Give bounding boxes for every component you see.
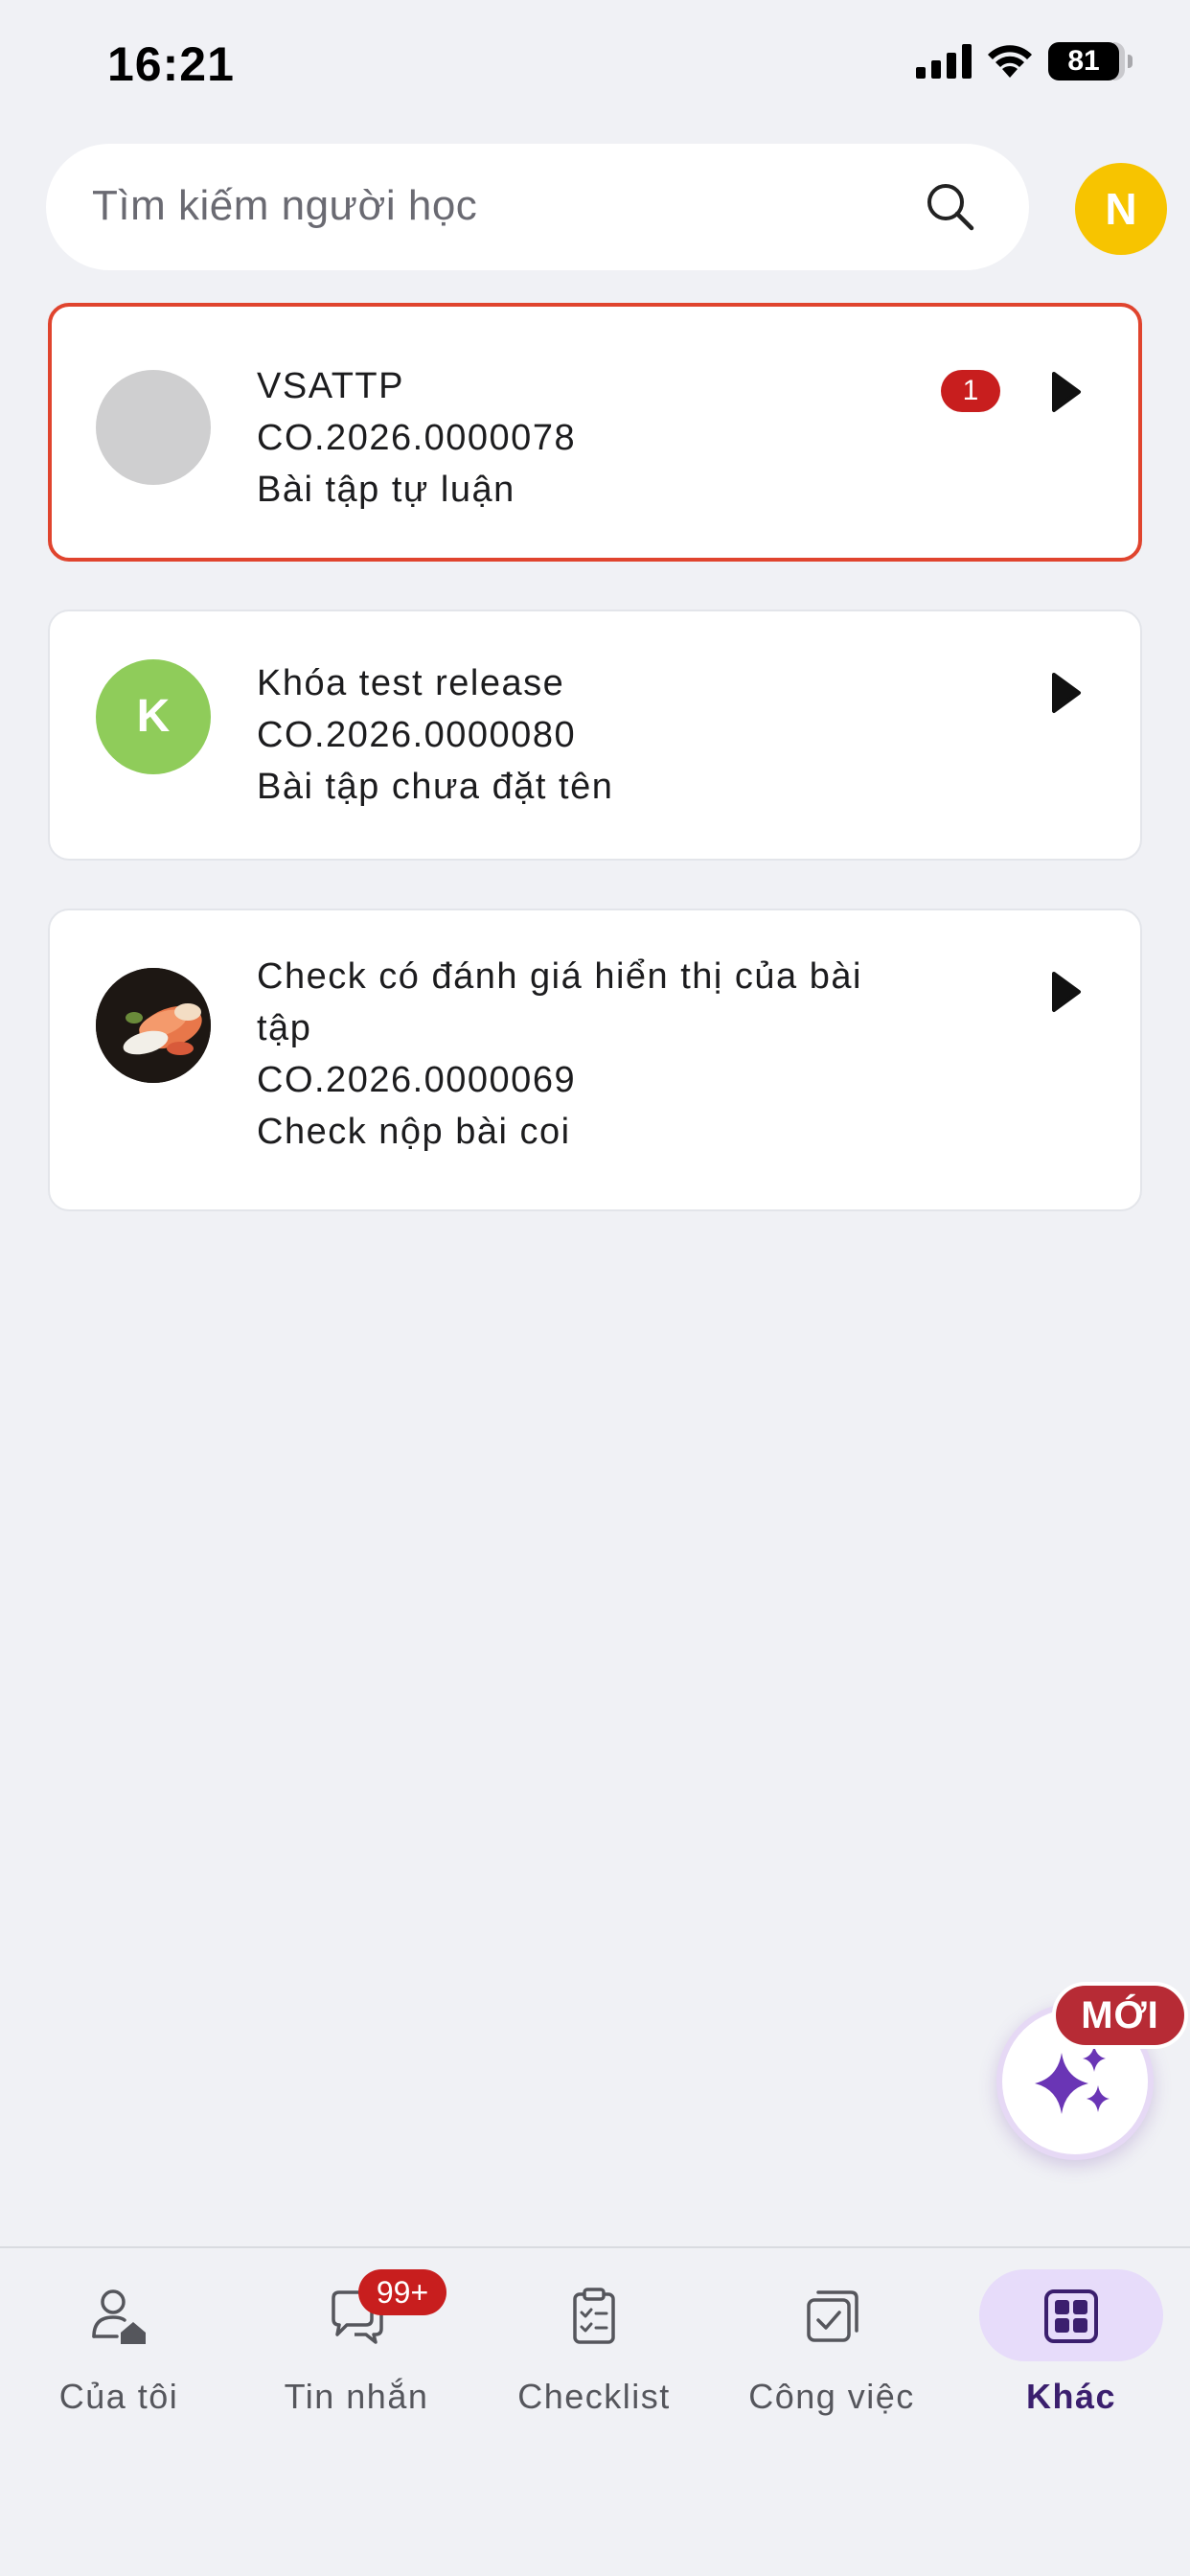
tab-label: Khác [1025, 2377, 1117, 2416]
search-placeholder: Tìm kiếm người học [92, 182, 478, 229]
course-info: Check có đánh giá hiển thị của bài tập C… [257, 951, 1004, 1158]
course-avatar: K [96, 659, 211, 774]
user-avatar[interactable]: N [1075, 163, 1167, 255]
tab-checklist[interactable]: Checklist [475, 2248, 713, 2440]
message-count-badge: 99+ [358, 2269, 446, 2315]
course-title-line2: tập [257, 1008, 312, 1048]
tab-cua-toi[interactable]: Của tôi [0, 2248, 238, 2440]
course-card[interactable]: K Khóa test release CO.2026.0000080 Bài … [48, 610, 1142, 861]
course-code: CO.2026.0000080 [257, 715, 577, 755]
course-assignment: Bài tập chưa đặt tên [257, 767, 614, 807]
search-icon[interactable] [922, 178, 979, 236]
tab-label: Công việc [748, 2377, 915, 2416]
tab-label: Của tôi [58, 2377, 179, 2416]
status-bar: 16:21 81 [0, 0, 1190, 134]
course-avatar-photo [96, 968, 211, 1083]
course-info: VSATTP CO.2026.0000078 Bài tập tự luận [257, 360, 1004, 516]
chevron-right-icon[interactable] [1048, 370, 1083, 414]
status-time: 16:21 [107, 37, 235, 91]
course-avatar [96, 370, 211, 485]
course-title: Khóa test release [257, 663, 565, 703]
course-assignment: Check nộp bài coi [257, 1112, 571, 1152]
course-card[interactable]: VSATTP CO.2026.0000078 Bài tập tự luận 1 [48, 303, 1142, 562]
new-badge: MỚI [1052, 1982, 1188, 2049]
course-code: CO.2026.0000069 [257, 1060, 577, 1100]
course-card[interactable]: Check có đánh giá hiển thị của bài tập C… [48, 908, 1142, 1211]
course-title: Check có đánh giá hiển thị của bài [257, 956, 862, 997]
course-assignment: Bài tập tự luận [257, 470, 515, 510]
user-home-icon [92, 2289, 146, 2344]
bottom-tab-bar: Của tôi 99+ Tin nhắn Checklist Công việc [0, 2246, 1190, 2576]
chevron-right-icon[interactable] [1048, 970, 1083, 1014]
grid-icon [1044, 2289, 1098, 2343]
unread-badge: 1 [941, 370, 1000, 412]
wifi-icon [988, 45, 1032, 78]
course-code: CO.2026.0000078 [257, 418, 577, 458]
course-info: Khóa test release CO.2026.0000080 Bài tậ… [257, 657, 1004, 813]
tab-tin-nhan[interactable]: 99+ Tin nhắn [238, 2248, 475, 2440]
battery-level: 81 [1048, 42, 1119, 80]
tab-label: Tin nhắn [284, 2377, 429, 2416]
course-title: VSATTP [257, 366, 404, 406]
tab-khac[interactable]: Khác [952, 2248, 1190, 2440]
clipboard-check-icon [573, 2288, 615, 2344]
search-input[interactable]: Tìm kiếm người học [46, 144, 1029, 270]
chevron-right-icon[interactable] [1048, 671, 1083, 715]
tab-label: Checklist [517, 2377, 671, 2416]
tab-cong-viec[interactable]: Công việc [713, 2248, 950, 2440]
status-icons: 81 [916, 42, 1133, 80]
battery-icon: 81 [1048, 42, 1133, 80]
task-stack-icon [807, 2290, 858, 2342]
cellular-signal-icon [916, 44, 972, 79]
